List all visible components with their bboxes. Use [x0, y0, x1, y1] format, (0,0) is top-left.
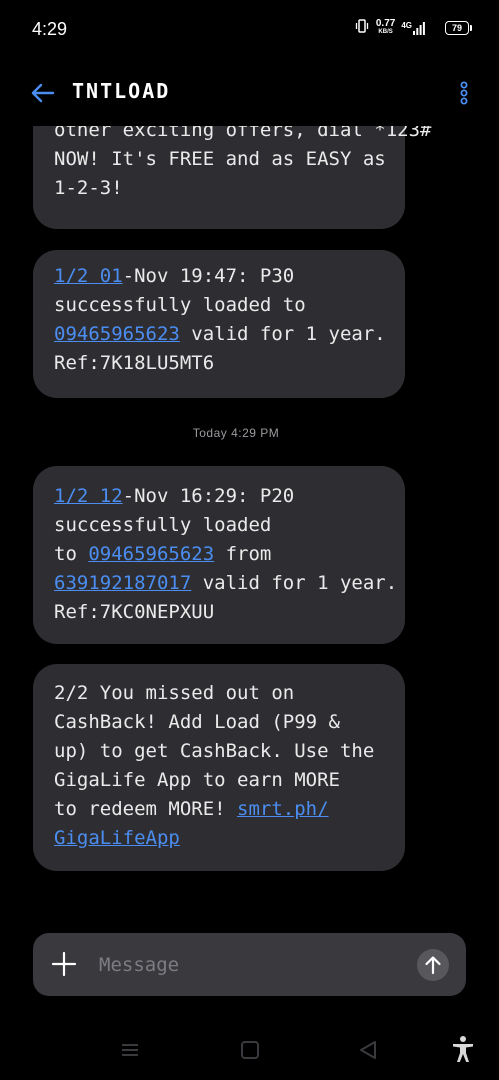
message-bubble[interactable]: 1/2 12-Nov 16:29: P20 successfully loaded…	[33, 466, 405, 644]
message-text-segment: from	[214, 543, 272, 565]
nav-back-button[interactable]	[358, 1040, 378, 1064]
message-link[interactable]: 639192187017	[54, 572, 191, 594]
net-speed-value: 0.77	[375, 18, 396, 29]
message-line: Ref:7K18LU5MT6	[54, 349, 386, 378]
message-bubble[interactable]: other exciting offers, dial *123# NOW! It…	[33, 126, 432, 229]
system-navigation-bar	[0, 1020, 499, 1080]
message-link[interactable]: smrt.ph/	[237, 798, 329, 820]
message-text-segment: other exciting offers, dial *123#	[54, 126, 432, 141]
home-button[interactable]	[240, 1040, 260, 1064]
send-button[interactable]	[417, 949, 449, 981]
message-link[interactable]: 1/2 12	[54, 485, 123, 507]
home-icon	[241, 1041, 259, 1059]
battery-icon: 79	[445, 21, 472, 35]
message-text-segment: Ref:7K18LU5MT6	[54, 352, 215, 374]
message-line: 639192187017 valid for 1 year.	[54, 569, 397, 598]
net-speed: 0.77 KB/S	[376, 19, 395, 37]
message-line: other exciting offers, dial *123#	[54, 126, 432, 145]
plus-icon	[51, 951, 77, 977]
message-text-segment: valid for 1 year.	[191, 572, 398, 594]
message-bubble[interactable]: 1/2 01-Nov 19:47: P30 successfully loaded…	[33, 250, 405, 398]
recents-icon	[122, 1044, 138, 1056]
message-line: to 09465965623 from	[54, 540, 397, 569]
message-link[interactable]: 09465965623	[88, 543, 214, 565]
message-line: up) to get CashBack. Use the	[54, 737, 374, 766]
signal-icon: 4G	[401, 21, 425, 35]
message-line: CashBack! Add Load (P99 &	[54, 708, 374, 737]
message-text: other exciting offers, dial *123# NOW! It…	[54, 126, 432, 203]
message-link[interactable]: GigaLifeApp	[54, 827, 180, 849]
status-time: 4:29	[32, 19, 68, 39]
message-text-segment: valid for 1 year.	[179, 323, 386, 345]
accessibility-icon	[453, 1036, 473, 1062]
conversation-title: TNTLOAD	[72, 79, 171, 103]
back-triangle-icon	[360, 1041, 376, 1059]
message-thread[interactable]: other exciting offers, dial *123# NOW! It…	[0, 126, 499, 891]
message-text: 2/2 You missed out on CashBack! Add Load …	[54, 679, 374, 853]
message-text-segment: to redeem MORE!	[54, 798, 238, 820]
status-indicators: 0.77 KB/S 4G 79	[354, 18, 472, 38]
message-line: GigaLifeApp	[54, 824, 374, 853]
message-line: Ref:7KC0NEPXUU	[54, 598, 397, 627]
message-text-segment: -Nov 16:29: P20	[122, 485, 295, 507]
recents-button[interactable]	[120, 1040, 140, 1064]
accessibility-button[interactable]	[450, 1035, 476, 1067]
net-speed-unit: KB/S	[378, 29, 393, 35]
message-line: 1/2 12-Nov 16:29: P20	[54, 482, 397, 511]
message-bubble[interactable]: 2/2 You missed out on CashBack! Add Load …	[33, 664, 405, 871]
message-line: 1/2 01-Nov 19:47: P30	[54, 262, 386, 291]
battery-level: 79	[451, 23, 462, 33]
more-vertical-icon	[460, 81, 468, 105]
more-options-button[interactable]	[459, 81, 469, 105]
message-text-segment: CashBack! Add Load (P99 &	[54, 711, 340, 733]
send-arrow-up-icon	[425, 956, 441, 975]
message-line: 09465965623 valid for 1 year.	[54, 320, 386, 349]
message-line: GigaLife App to earn MORE	[54, 766, 374, 795]
message-text-segment: 2/2 You missed out on	[54, 682, 295, 704]
vibrate-icon	[354, 18, 370, 38]
add-attachment-button[interactable]	[51, 951, 77, 977]
message-text: 1/2 12-Nov 16:29: P20 successfully loaded…	[54, 482, 397, 627]
message-text-segment: -Nov 19:47: P30	[122, 265, 295, 287]
message-line: 2/2 You missed out on	[54, 679, 374, 708]
message-line: to redeem MORE! smrt.ph/	[54, 795, 374, 824]
message-text: 1/2 01-Nov 19:47: P30 successfully loaded…	[54, 262, 386, 378]
message-text-segment: 1-2-3!	[54, 177, 123, 199]
message-composer	[33, 933, 466, 996]
message-text-segment: to	[54, 543, 89, 565]
message-text-segment: successfully loaded	[54, 514, 272, 536]
message-line: successfully loaded to	[54, 291, 386, 320]
message-line: successfully loaded	[54, 511, 397, 540]
message-timestamp: Today 4:29 PM	[192, 426, 280, 440]
message-text-segment: NOW! It's FREE and as EASY as	[54, 148, 386, 170]
status-bar: 4:29 0.77 KB/S 4G 79	[0, 0, 499, 60]
app-bar: TNTLOAD	[0, 70, 499, 116]
message-text-segment: GigaLife App to earn MORE	[54, 769, 340, 791]
message-input[interactable]	[97, 947, 401, 983]
arrow-left-icon	[31, 83, 55, 103]
network-type: 4G	[401, 21, 412, 30]
message-link[interactable]: 1/2 01	[54, 265, 123, 287]
message-text-segment: up) to get CashBack. Use the	[54, 740, 375, 762]
message-link[interactable]: 09465965623	[54, 323, 180, 345]
message-text-segment: Ref:7KC0NEPXUU	[54, 601, 215, 623]
message-line: 1-2-3!	[54, 174, 432, 203]
message-line: NOW! It's FREE and as EASY as	[54, 145, 432, 174]
back-button[interactable]	[30, 80, 56, 106]
message-text-segment: successfully loaded to	[54, 294, 306, 316]
